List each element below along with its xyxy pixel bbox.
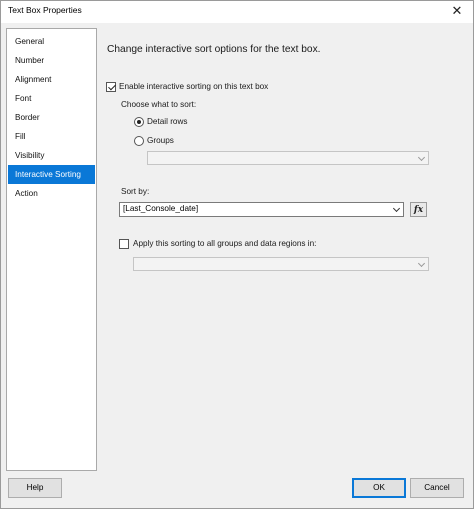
chevron-down-icon[interactable] xyxy=(417,154,426,163)
close-icon[interactable]: ✕ xyxy=(447,2,467,20)
sort-by-value: [Last_Console_date] xyxy=(123,204,199,213)
groups-dropdown[interactable] xyxy=(147,151,429,165)
groups-label[interactable]: Groups xyxy=(147,136,174,145)
sidebar-item-interactive-sorting[interactable]: Interactive Sorting xyxy=(8,165,95,184)
title-bar: Text Box Properties ✕ xyxy=(1,1,473,23)
chevron-down-icon[interactable] xyxy=(392,205,401,214)
apply-all-dropdown[interactable] xyxy=(133,257,429,271)
dialog-title: Text Box Properties xyxy=(8,5,82,15)
expression-button[interactable]: fx xyxy=(410,202,427,217)
enable-sorting-checkbox[interactable] xyxy=(106,82,116,92)
sort-by-label: Sort by: xyxy=(121,187,150,196)
ok-button[interactable]: OK xyxy=(352,478,406,498)
sidebar-item-border[interactable]: Border xyxy=(8,108,95,127)
choose-what-to-sort-label: Choose what to sort: xyxy=(121,100,197,109)
apply-all-checkbox[interactable] xyxy=(119,239,129,249)
sidebar-item-action[interactable]: Action xyxy=(8,184,95,203)
dialog-footer: Help OK Cancel xyxy=(1,471,473,508)
sidebar-item-number[interactable]: Number xyxy=(8,51,95,70)
sidebar: General Number Alignment Font Border Fil… xyxy=(6,28,97,471)
text-box-properties-dialog: Text Box Properties ✕ General Number Ali… xyxy=(0,0,474,509)
chevron-down-icon[interactable] xyxy=(417,260,426,269)
sort-by-dropdown[interactable]: [Last_Console_date] xyxy=(119,202,404,217)
detail-rows-radio[interactable] xyxy=(134,117,144,127)
cancel-button[interactable]: Cancel xyxy=(410,478,464,498)
enable-sorting-label[interactable]: Enable interactive sorting on this text … xyxy=(119,82,268,91)
fx-icon: fx xyxy=(413,204,424,215)
sidebar-item-alignment[interactable]: Alignment xyxy=(8,70,95,89)
sidebar-item-fill[interactable]: Fill xyxy=(8,127,95,146)
sidebar-item-general[interactable]: General xyxy=(8,32,95,51)
help-button[interactable]: Help xyxy=(8,478,62,498)
apply-all-label[interactable]: Apply this sorting to all groups and dat… xyxy=(133,239,316,248)
page-heading: Change interactive sort options for the … xyxy=(107,44,321,55)
sidebar-item-visibility[interactable]: Visibility xyxy=(8,146,95,165)
groups-radio[interactable] xyxy=(134,136,144,146)
sidebar-item-font[interactable]: Font xyxy=(8,89,95,108)
detail-rows-label[interactable]: Detail rows xyxy=(147,117,188,126)
